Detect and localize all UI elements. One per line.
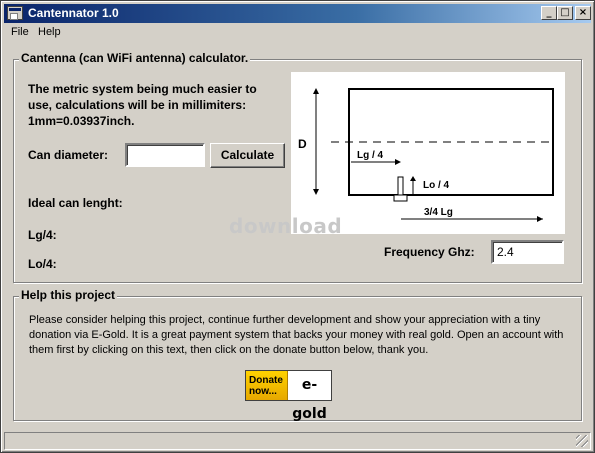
menu-help[interactable]: Help [38, 26, 61, 38]
can-diameter-input[interactable] [125, 143, 205, 167]
help-project-group-title: Help this project [19, 288, 118, 302]
can-diameter-label: Can diameter: [28, 148, 109, 162]
frequency-input[interactable] [491, 240, 564, 264]
menu-file[interactable]: File [11, 26, 29, 38]
lg4-result-label: Lg/4: [28, 228, 57, 242]
window-title: Cantennator 1.0 [28, 6, 119, 20]
lg4-arrow [395, 159, 401, 165]
cantenna-diagram: D Lg / 4 Lo / 4 3/4 Lg [291, 72, 565, 234]
app-window: Cantennator 1.0 _ □ × File Help Cantenna… [0, 0, 595, 453]
status-bar [4, 432, 591, 450]
units-description: The metric system being much easier to u… [28, 82, 257, 128]
help-project-text[interactable]: Please consider helping this project, co… [29, 313, 569, 358]
lo4-arrow [410, 176, 416, 181]
lg34-arrow [537, 216, 543, 222]
diameter-arrow-bottom [313, 189, 319, 195]
maximize-button[interactable]: □ [557, 6, 573, 20]
menu-bar: File Help [4, 24, 591, 42]
donate-now-label: Donate now... [246, 371, 288, 400]
probe-connector [393, 194, 408, 202]
diameter-label: D [298, 137, 307, 151]
ideal-length-label: Ideal can lenght: [28, 196, 123, 210]
diameter-arrow-top [313, 88, 319, 94]
minimize-button[interactable]: _ [541, 6, 557, 20]
egold-logo: e-gold [292, 377, 327, 422]
lo4-result-label: Lo/4: [28, 257, 57, 271]
donate-egold-button[interactable]: Donate now... e-gold [245, 370, 332, 422]
diagram-lo4-label: Lo / 4 [423, 180, 450, 191]
resize-grip-icon[interactable] [576, 435, 588, 447]
diagram-lg4-label: Lg / 4 [357, 150, 384, 161]
app-icon[interactable] [7, 6, 23, 20]
frequency-label: Frequency Ghz: [384, 245, 475, 259]
close-button[interactable]: × [575, 6, 591, 20]
cantenna-diagram-svg: D Lg / 4 Lo / 4 3/4 Lg [298, 88, 554, 222]
watermark-logo: download [229, 214, 343, 238]
calculator-group-title: Cantenna (can WiFi antenna) calculator. [19, 51, 251, 65]
diagram-lg34-label: 3/4 Lg [424, 207, 453, 218]
title-bar[interactable]: Cantennator 1.0 _ □ × [4, 4, 591, 23]
probe-element [397, 176, 404, 196]
calculate-button[interactable]: Calculate [210, 143, 285, 168]
